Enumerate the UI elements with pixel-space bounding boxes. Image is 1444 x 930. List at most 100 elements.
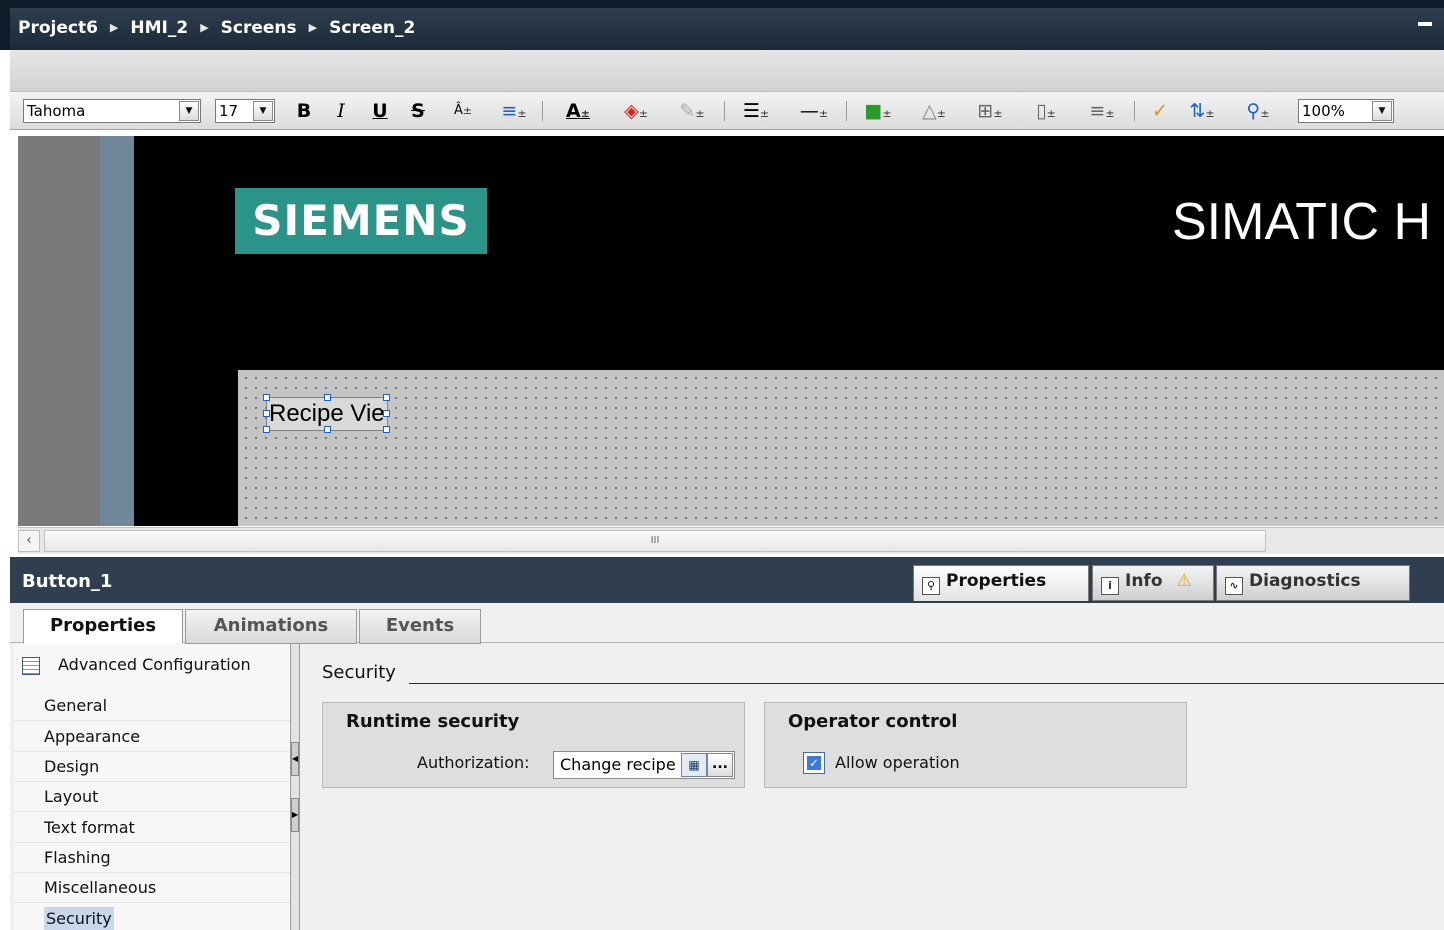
breadcrumb-hmi[interactable]: HMI_2 bbox=[130, 18, 188, 38]
nav-item-text-format[interactable]: Text format bbox=[14, 813, 290, 843]
resize-handle[interactable] bbox=[263, 426, 270, 433]
nav-item-label: Security bbox=[44, 907, 114, 930]
nav-advanced-configuration[interactable]: Advanced Configuration bbox=[14, 650, 290, 680]
allow-operation-checkbox[interactable]: ✓ bbox=[803, 752, 825, 774]
italic-button[interactable]: I bbox=[330, 99, 352, 123]
bold-button[interactable]: B bbox=[293, 99, 315, 123]
nav-item-label: Layout bbox=[44, 787, 99, 806]
breadcrumb-screens[interactable]: Screens bbox=[221, 18, 297, 38]
chevron-right-icon: ▶ bbox=[308, 21, 318, 34]
property-nav: Advanced Configuration General Appearanc… bbox=[14, 644, 290, 930]
section-divider bbox=[409, 683, 1444, 684]
operator-control-group: Operator control ✓ Allow operation bbox=[764, 702, 1187, 788]
screen-grid-area[interactable] bbox=[238, 370, 1444, 526]
font-size-select[interactable]: 17 ▼ bbox=[215, 99, 275, 123]
nav-item-layout[interactable]: Layout bbox=[14, 782, 290, 812]
order-icon[interactable]: ⇅± bbox=[1180, 99, 1224, 123]
nav-item-general[interactable]: General bbox=[14, 691, 290, 721]
font-color-icon[interactable]: A± bbox=[560, 99, 596, 123]
tab-properties-label: Properties bbox=[946, 571, 1047, 591]
nav-item-label: Design bbox=[44, 757, 100, 776]
chevron-down-icon[interactable]: ▼ bbox=[1372, 101, 1392, 121]
scroll-thumb[interactable]: III bbox=[44, 530, 1266, 552]
diagnostics-icon: ∿ bbox=[1225, 577, 1243, 595]
nav-item-flashing[interactable]: Flashing bbox=[14, 843, 290, 873]
zoom-icon[interactable]: ⚲± bbox=[1236, 99, 1280, 123]
align-objects-icon[interactable]: ⊞± bbox=[970, 99, 1010, 123]
fill-color-icon[interactable]: ◈± bbox=[616, 99, 656, 123]
authorization-label: Authorization: bbox=[417, 753, 530, 772]
horizontal-scrollbar[interactable]: ‹ III bbox=[18, 527, 1444, 554]
nav-advanced-label: Advanced Configuration bbox=[58, 655, 251, 674]
tab-diagnostics-label: Diagnostics bbox=[1249, 571, 1361, 591]
warning-icon: ⚠ bbox=[1176, 571, 1192, 591]
properties-icon: ⚲ bbox=[922, 577, 940, 595]
font-family-value: Tahoma bbox=[27, 102, 86, 120]
panel-splitter[interactable]: ◀ ▶ bbox=[290, 644, 300, 930]
resize-handle[interactable] bbox=[383, 426, 390, 433]
canvas-margin bbox=[18, 136, 100, 526]
line-width-icon[interactable]: —± bbox=[794, 99, 834, 123]
tab-info[interactable]: i Info ⚠ bbox=[1092, 565, 1214, 601]
scroll-left-icon[interactable]: ‹ bbox=[18, 530, 40, 552]
rotate-icon[interactable]: △± bbox=[914, 99, 954, 123]
nav-item-appearance[interactable]: Appearance bbox=[14, 722, 290, 752]
minimize-button[interactable] bbox=[1418, 22, 1432, 26]
empty-toolbar bbox=[10, 50, 1444, 92]
resize-handle[interactable] bbox=[383, 394, 390, 401]
zoom-value: 100% bbox=[1302, 102, 1345, 120]
nav-item-miscellaneous[interactable]: Miscellaneous bbox=[14, 873, 290, 903]
font-size-value: 17 bbox=[219, 102, 239, 120]
resize-handle[interactable] bbox=[263, 394, 270, 401]
nav-item-design[interactable]: Design bbox=[14, 752, 290, 782]
allow-operation-label: Allow operation bbox=[835, 753, 960, 772]
operator-control-title: Operator control bbox=[788, 711, 958, 732]
breadcrumb-project[interactable]: Project6 bbox=[18, 18, 98, 38]
expand-right-icon[interactable]: ▶ bbox=[291, 798, 299, 832]
line-style-icon[interactable]: ☰± bbox=[736, 99, 776, 123]
collapse-left-icon[interactable]: ◀ bbox=[291, 742, 299, 776]
distribute-icon[interactable]: ▯± bbox=[1026, 99, 1066, 123]
resize-handle[interactable] bbox=[383, 410, 390, 417]
inspector-object-name: Button_1 bbox=[22, 571, 113, 592]
line-color-icon[interactable]: ✎± bbox=[672, 99, 712, 123]
layer-icon[interactable]: ■± bbox=[858, 99, 898, 123]
title-bar: Project6 ▶ HMI_2 ▶ Screens ▶ Screen_2 bbox=[0, 0, 1444, 50]
resize-handle[interactable] bbox=[263, 410, 270, 417]
same-size-icon[interactable]: ≡± bbox=[1082, 99, 1122, 123]
subtab-events[interactable]: Events bbox=[359, 609, 481, 644]
breadcrumb-screen[interactable]: Screen_2 bbox=[329, 18, 415, 38]
chevron-right-icon: ▶ bbox=[200, 21, 209, 34]
object-picker-icon[interactable]: ▦ bbox=[681, 753, 707, 777]
zoom-select[interactable]: 100% ▼ bbox=[1298, 99, 1394, 123]
authorization-value: Change recipe bbox=[560, 755, 676, 774]
subtab-properties[interactable]: Properties bbox=[23, 609, 183, 644]
chevron-right-icon: ▶ bbox=[109, 21, 119, 34]
checkmark-icon: ✓ bbox=[807, 756, 821, 770]
chevron-down-icon[interactable]: ▼ bbox=[179, 101, 199, 121]
resize-handle[interactable] bbox=[324, 426, 331, 433]
section-title: Security bbox=[322, 662, 402, 683]
nav-item-security[interactable]: Security bbox=[14, 904, 290, 930]
nav-item-label: Flashing bbox=[44, 848, 111, 867]
text-size-icon[interactable]: Â± bbox=[445, 99, 481, 123]
inspector-subtabs: Properties Animations Events bbox=[10, 603, 1444, 644]
tab-diagnostics[interactable]: ∿ Diagnostics bbox=[1216, 565, 1410, 601]
format-painter-icon[interactable]: ✓ bbox=[1146, 99, 1174, 123]
subtab-animations[interactable]: Animations bbox=[185, 609, 357, 644]
nav-item-label: Text format bbox=[44, 818, 135, 837]
chevron-down-icon[interactable]: ▼ bbox=[253, 101, 273, 121]
simatic-title: SIMATIC H bbox=[1172, 193, 1432, 251]
canvas-side-bar bbox=[100, 136, 134, 526]
strikethrough-button[interactable]: S bbox=[407, 99, 429, 123]
runtime-security-group: Runtime security Authorization: Change r… bbox=[322, 702, 745, 788]
underline-button[interactable]: U bbox=[369, 99, 391, 123]
font-family-select[interactable]: Tahoma ▼ bbox=[23, 99, 201, 123]
align-text-icon[interactable]: ≡± bbox=[496, 99, 532, 123]
info-icon: i bbox=[1101, 577, 1119, 595]
browse-button[interactable]: ... bbox=[707, 753, 733, 777]
nav-item-label: General bbox=[44, 696, 108, 715]
nav-item-label: Appearance bbox=[44, 727, 141, 746]
tab-properties[interactable]: ⚲ Properties bbox=[913, 565, 1089, 601]
resize-handle[interactable] bbox=[324, 394, 331, 401]
